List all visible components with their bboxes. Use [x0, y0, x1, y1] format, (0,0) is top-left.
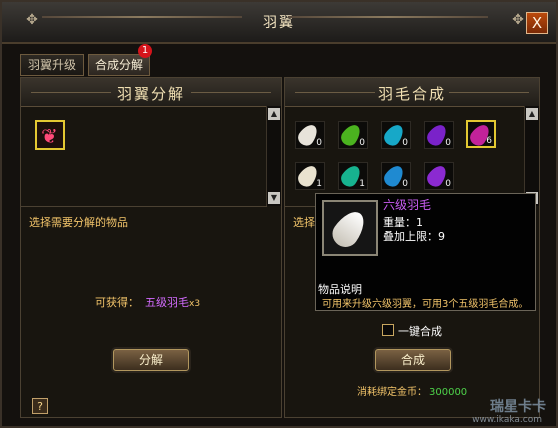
watermark-logo: 瑞星卡卡 — [490, 399, 546, 415]
feather-slot-5[interactable]: 6 — [466, 120, 496, 149]
scroll-up-icon[interactable]: ▲ — [526, 108, 538, 120]
feather-slot-2[interactable]: 0 — [338, 121, 368, 149]
feather-slot-1[interactable]: 0 — [295, 121, 325, 149]
compose-title: 羽毛合成 — [377, 85, 446, 103]
feather-count: 1 — [359, 179, 365, 189]
feather-slot-6[interactable]: 1 — [295, 162, 325, 190]
wing-item-slot[interactable]: ❦ — [35, 120, 65, 150]
tab-wing-upgrade[interactable]: 羽翼升级 — [20, 54, 84, 76]
compass-icon: ✥ — [512, 12, 524, 28]
feather-count: 0 — [402, 138, 408, 148]
scroll-up-icon[interactable]: ▲ — [268, 108, 280, 120]
title-bar: ✥ 羽翼 ✥ X — [2, 2, 556, 44]
tooltip-description: 可用来升级六级羽翼，可用3个五级羽毛合成。 — [322, 299, 529, 310]
decompose-panel: 羽翼分解 ❦ ▲ ▼ 选择需要分解的物品 可获得： 五级羽毛x3 分解 — [20, 77, 282, 418]
white-feather-icon — [327, 205, 371, 253]
feather-slot-3[interactable]: 0 — [381, 121, 411, 149]
tooltip-item-image — [322, 200, 378, 256]
feather-slot-8[interactable]: 0 — [381, 162, 411, 190]
title-ornament-right — [288, 16, 488, 18]
header-ornament — [191, 92, 271, 93]
compose-panel-header: 羽毛合成 — [285, 78, 539, 107]
scroll-down-icon[interactable]: ▼ — [268, 192, 280, 204]
gain-label: 可获得： — [95, 296, 139, 309]
feather-count: 6 — [486, 136, 492, 146]
decompose-scrollbar[interactable]: ▲ ▼ — [266, 106, 281, 206]
cost-label: 消耗绑定金币： — [357, 387, 427, 398]
decompose-hint: 选择需要分解的物品 — [29, 216, 128, 229]
tab-compose-decompose[interactable]: 合成分解 — [88, 54, 150, 76]
feather-grid: 0 0 0 0 6 1 1 0 0 — [285, 106, 525, 207]
feather-count: 0 — [402, 179, 408, 189]
notification-badge: 1 — [138, 44, 152, 58]
one-click-label[interactable]: 一键合成 — [398, 323, 442, 339]
feather-slot-4[interactable]: 0 — [424, 121, 454, 149]
cost-line: 消耗绑定金币： 300000 — [357, 383, 467, 398]
one-click-checkbox[interactable] — [382, 324, 394, 336]
help-button[interactable]: ? — [32, 398, 48, 414]
decompose-title: 羽翼分解 — [116, 85, 185, 103]
compose-button[interactable]: 合成 — [375, 349, 451, 371]
wing-icon: ❦ — [41, 124, 58, 148]
gain-line: 可获得： 五级羽毛x3 — [95, 294, 200, 310]
feather-count: 0 — [445, 138, 451, 148]
wing-window: ✥ 羽翼 ✥ X 羽翼升级 合成分解 1 羽翼分解 ❦ ▲ ▼ 选择需要分解的物… — [0, 0, 558, 428]
watermark-url: www.ikaka.com — [472, 415, 542, 425]
compose-scrollbar[interactable]: ▲ ▼ — [524, 106, 539, 206]
item-tooltip: 六级羽毛 重量：1 叠加上限：9 物品说明 可用来升级六级羽翼，可用3个五级羽毛… — [315, 193, 536, 311]
feather-count: 0 — [359, 138, 365, 148]
tooltip-item-name: 六级羽毛 — [383, 198, 432, 212]
feather-slot-7[interactable]: 1 — [338, 162, 368, 190]
decompose-panel-header: 羽翼分解 — [21, 78, 281, 107]
feather-count: 1 — [316, 179, 322, 189]
cost-value: 300000 — [429, 387, 468, 398]
gain-item[interactable]: 五级羽毛 — [145, 296, 189, 309]
feather-count: 0 — [316, 138, 322, 148]
decompose-button[interactable]: 分解 — [113, 349, 189, 371]
header-ornament — [449, 92, 529, 93]
window-title: 羽翼 — [263, 15, 295, 31]
tooltip-stack-limit: 叠加上限：9 — [383, 230, 445, 243]
close-button[interactable]: X — [526, 12, 548, 34]
decompose-item-area: ❦ — [21, 106, 267, 207]
feather-count: 0 — [445, 179, 451, 189]
feather-slot-9[interactable]: 0 — [424, 162, 454, 190]
gain-count: x3 — [189, 299, 201, 309]
